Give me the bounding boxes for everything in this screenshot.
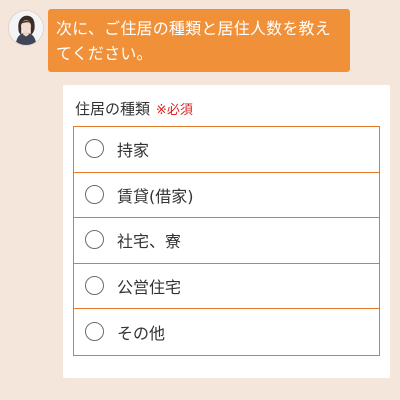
question-title: 住居の種類 ※必須: [75, 98, 193, 119]
operator-avatar: [8, 10, 44, 46]
required-marker: ※必須: [156, 103, 193, 118]
option-other[interactable]: その他: [74, 309, 379, 355]
radio-button[interactable]: [85, 184, 104, 204]
option-label: 公営住宅: [117, 278, 182, 298]
option-label: 賃貸(借家): [117, 186, 194, 206]
radio-button[interactable]: [85, 139, 104, 159]
option-public-housing[interactable]: 公営住宅: [74, 264, 379, 310]
question-label-text: 住居の種類: [75, 100, 151, 118]
radio-button[interactable]: [85, 322, 104, 342]
option-label: その他: [117, 324, 166, 344]
option-label: 社宅、寮: [117, 232, 182, 252]
radio-button[interactable]: [85, 276, 104, 296]
operator-avatar-icon: [9, 11, 43, 45]
option-company-housing[interactable]: 社宅、寮: [74, 218, 379, 264]
option-label: 持家: [117, 141, 150, 161]
radio-button[interactable]: [85, 230, 104, 250]
chat-message-bubble: 次に、ご住居の種類と居住人数を教えてください。: [48, 9, 350, 72]
question-card: 住居の種類 ※必須 持家 賃貸(借家) 社宅、寮 公営住宅 その他: [63, 85, 390, 378]
option-rental[interactable]: 賃貸(借家): [74, 173, 379, 219]
residence-type-options: 持家 賃貸(借家) 社宅、寮 公営住宅 その他: [73, 126, 380, 356]
option-owned-house[interactable]: 持家: [74, 127, 379, 173]
